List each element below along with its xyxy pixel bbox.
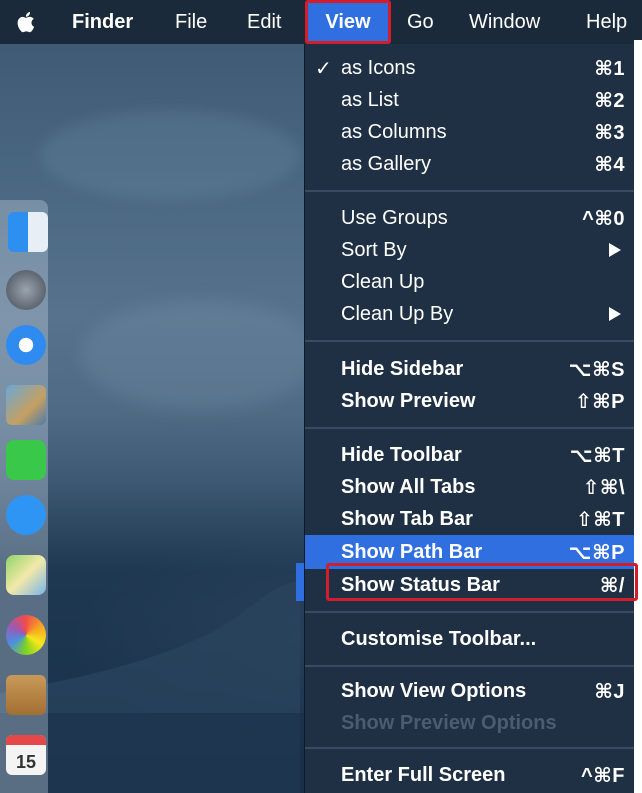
menu-bar: Finder File Edit View Go Window Help bbox=[0, 0, 642, 44]
desktop: Finder File Edit View Go Window Help 15 … bbox=[0, 0, 642, 793]
menu-separator bbox=[305, 611, 634, 613]
desktop-cloud bbox=[40, 110, 300, 200]
menu-separator bbox=[305, 190, 634, 192]
menu-file[interactable]: File bbox=[175, 0, 207, 44]
menu-item-sort-by[interactable]: Sort By bbox=[305, 234, 634, 266]
apple-logo-icon[interactable] bbox=[16, 0, 38, 44]
submenu-arrow-icon bbox=[609, 243, 621, 257]
menu-item-show-view-options[interactable]: Show View Options ⌘J bbox=[305, 675, 634, 707]
menu-help[interactable]: Help bbox=[586, 0, 627, 44]
menu-view[interactable]: View bbox=[305, 0, 391, 44]
menu-item-show-path-bar[interactable]: Show Path Bar ⌥⌘P bbox=[305, 535, 634, 569]
photo-app-icon[interactable] bbox=[6, 385, 46, 425]
menu-item-hide-toolbar[interactable]: Hide Toolbar ⌥⌘T bbox=[305, 439, 634, 471]
menu-finder[interactable]: Finder bbox=[72, 0, 133, 44]
submenu-arrow-icon bbox=[609, 307, 621, 321]
menu-item-show-preview[interactable]: Show Preview ⇧⌘P bbox=[305, 385, 634, 417]
menu-item-as-columns[interactable]: as Columns ⌘3 bbox=[305, 116, 634, 148]
calendar-icon[interactable]: 15 bbox=[6, 735, 46, 775]
screen-edge bbox=[634, 40, 642, 793]
menu-item-as-icons[interactable]: ✓ as Icons ⌘1 bbox=[305, 52, 634, 84]
menu-item-show-tab-bar[interactable]: Show Tab Bar ⇧⌘T bbox=[305, 503, 634, 535]
menu-separator bbox=[305, 340, 634, 342]
facetime-icon[interactable] bbox=[6, 440, 46, 480]
menu-item-use-groups[interactable]: Use Groups ^⌘0 bbox=[305, 202, 634, 234]
checkmark-icon: ✓ bbox=[315, 57, 332, 80]
menu-go[interactable]: Go bbox=[407, 0, 434, 44]
safari-icon[interactable] bbox=[6, 325, 46, 365]
photos-icon[interactable] bbox=[6, 615, 46, 655]
highlight-edge bbox=[296, 563, 304, 601]
menu-item-show-preview-options: Show Preview Options bbox=[341, 711, 557, 734]
menu-item-customise-toolbar[interactable]: Customise Toolbar... bbox=[305, 623, 634, 655]
launchpad-icon[interactable] bbox=[6, 270, 46, 310]
finder-icon[interactable] bbox=[8, 212, 48, 252]
menu-item-as-gallery[interactable]: as Gallery ⌘4 bbox=[305, 148, 634, 180]
maps-icon[interactable] bbox=[6, 555, 46, 595]
menu-window[interactable]: Window bbox=[469, 0, 540, 44]
view-menu-dropdown: ✓ as Icons ⌘1 as List ⌘2 as Columns ⌘3 a… bbox=[304, 44, 634, 793]
menu-separator bbox=[305, 427, 634, 429]
notes-icon[interactable] bbox=[6, 675, 46, 715]
menu-separator bbox=[305, 665, 634, 667]
menu-separator bbox=[305, 747, 634, 749]
menu-item-clean-up-by[interactable]: Clean Up By bbox=[305, 298, 634, 330]
calendar-day: 15 bbox=[15, 752, 37, 772]
menu-item-clean-up[interactable]: Clean Up bbox=[305, 266, 634, 298]
menu-item-show-all-tabs[interactable]: Show All Tabs ⇧⌘\ bbox=[305, 471, 634, 503]
messages-icon[interactable] bbox=[6, 495, 46, 535]
menu-item-show-status-bar[interactable]: Show Status Bar ⌘/ bbox=[305, 569, 634, 601]
menu-edit[interactable]: Edit bbox=[247, 0, 281, 44]
menu-item-enter-full-screen[interactable]: Enter Full Screen ^⌘F bbox=[305, 759, 634, 791]
desktop-cloud bbox=[80, 300, 320, 410]
menu-item-hide-sidebar[interactable]: Hide Sidebar ⌥⌘S bbox=[305, 353, 634, 385]
menu-item-as-list[interactable]: as List ⌘2 bbox=[305, 84, 634, 116]
